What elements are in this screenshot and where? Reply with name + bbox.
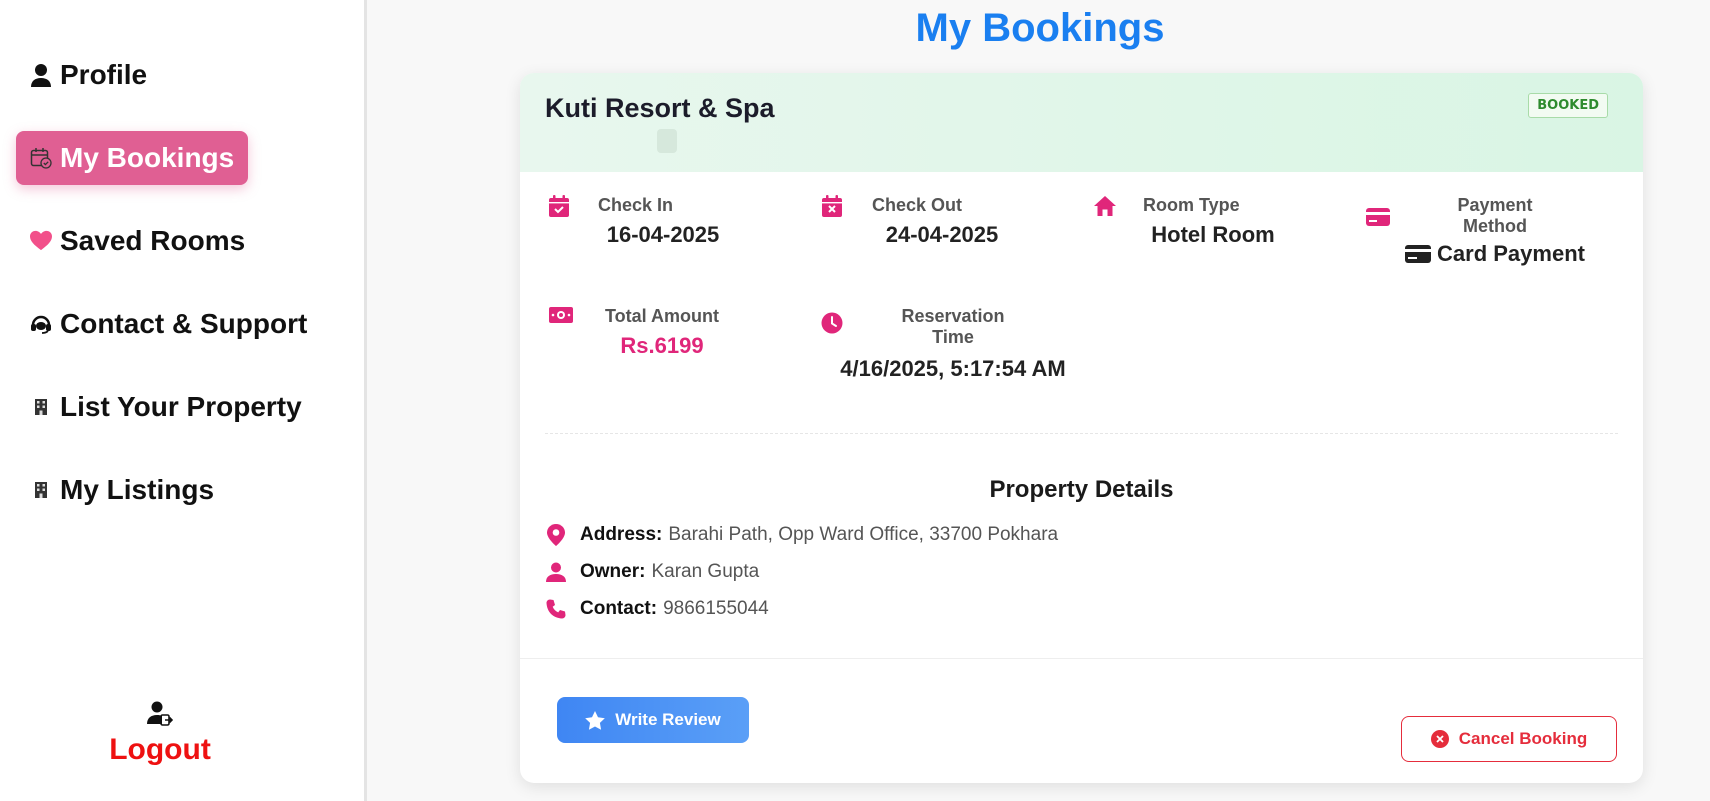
user-icon <box>30 62 52 88</box>
sidebar-item-label: Contact & Support <box>60 308 308 339</box>
contact-label: Contact: <box>580 598 658 619</box>
contact-value: 9866155044 <box>663 598 769 619</box>
total-amount-value: Rs.6199 <box>620 333 704 358</box>
sidebar-item-label: Saved Rooms <box>60 225 246 256</box>
user-icon <box>545 561 567 583</box>
phone-icon <box>545 598 567 620</box>
total-amount-info: Total Amount Rs.6199 <box>549 306 727 359</box>
check-out-info: Check Out 24-04-2025 <box>822 195 1012 248</box>
owner-label: Owner: <box>580 561 646 582</box>
heart-icon <box>30 228 52 254</box>
payment-method-label-1: Payment <box>1457 195 1533 215</box>
money-icon <box>549 306 573 328</box>
room-type-label: Room Type <box>1143 195 1240 215</box>
calendar-x-icon <box>822 195 844 217</box>
check-out-value: 24-04-2025 <box>885 222 999 247</box>
check-in-label: Check In <box>598 195 674 215</box>
payment-method-info: Payment Method Card Payment <box>1366 195 1590 267</box>
credit-card-icon <box>1366 207 1390 229</box>
address-value: Barahi Path, Opp Ward Office, 33700 Pokh… <box>668 524 1059 545</box>
sidebar-item-label: My Bookings <box>60 142 235 173</box>
sidebar-item-my-listings[interactable]: My Listings <box>16 463 228 517</box>
reservation-time-label-2: Time <box>932 327 974 347</box>
sidebar-item-label: My Listings <box>60 474 215 505</box>
sidebar-item-list-property[interactable]: List Your Property <box>16 380 316 434</box>
owner-value: Karan Gupta <box>651 561 760 582</box>
home-icon <box>1093 195 1116 217</box>
image-placeholder <box>657 129 677 153</box>
payment-method-value-row: Card Payment <box>1400 241 1590 267</box>
sidebar-item-label: Profile <box>60 59 148 90</box>
page-title: My Bookings <box>915 6 1165 50</box>
reservation-time-info: Reservation Time 4/16/2025, 5:17:54 AM <box>821 306 1073 382</box>
sidebar-item-label: List Your Property <box>60 391 302 422</box>
room-type-info: Room Type Hotel Room <box>1093 195 1283 248</box>
property-details-title: Property Details <box>989 476 1174 503</box>
payment-method-value: Card Payment <box>1437 241 1585 266</box>
check-out-label: Check Out <box>872 195 963 215</box>
logout-label: Logout <box>109 733 211 766</box>
hotel-name: Kuti Resort & Spa <box>545 93 775 123</box>
cancel-booking-button[interactable]: Cancel Booking <box>1401 716 1617 762</box>
room-type-value: Hotel Room <box>1151 222 1275 247</box>
map-pin-icon <box>545 524 567 546</box>
building-icon <box>30 477 52 503</box>
write-review-button[interactable]: Write Review <box>557 697 749 743</box>
property-owner-row: Owner: Karan Gupta <box>545 561 759 583</box>
payment-method-label-2: Method <box>1463 216 1527 236</box>
user-logout-icon <box>147 701 174 730</box>
sidebar-item-saved-rooms[interactable]: Saved Rooms <box>16 214 259 268</box>
booking-card-header: Kuti Resort & Spa BOOKED <box>520 73 1643 172</box>
calendar-check-icon <box>30 145 52 171</box>
booking-card: Kuti Resort & Spa BOOKED Check In 16-04-… <box>520 73 1643 783</box>
star-icon <box>585 710 606 730</box>
card-icon <box>1405 244 1432 264</box>
status-badge: BOOKED <box>1528 93 1608 118</box>
close-circle-icon <box>1430 730 1449 748</box>
footer-divider <box>520 658 1643 659</box>
calendar-check-icon <box>549 195 571 217</box>
address-label: Address: <box>580 524 663 545</box>
sidebar-item-profile[interactable]: Profile <box>16 48 161 102</box>
divider <box>545 433 1618 434</box>
total-amount-label: Total Amount <box>605 306 719 326</box>
building-icon <box>30 394 52 420</box>
headset-icon <box>30 311 52 337</box>
sidebar: Profile My Bookings Saved Rooms Contact … <box>0 0 367 801</box>
reservation-time-label-1: Reservation <box>901 306 1005 326</box>
write-review-label: Write Review <box>615 710 721 729</box>
check-in-value: 16-04-2025 <box>606 222 720 247</box>
sidebar-item-contact-support[interactable]: Contact & Support <box>16 297 321 351</box>
reservation-time-value: 4/16/2025, 5:17:54 AM <box>840 356 1066 381</box>
property-address-row: Address: Barahi Path, Opp Ward Office, 3… <box>545 524 1058 546</box>
cancel-booking-label: Cancel Booking <box>1458 729 1588 748</box>
logout-button[interactable]: Logout <box>100 700 220 767</box>
property-contact-row: Contact: 9866155044 <box>545 598 769 620</box>
sidebar-item-my-bookings[interactable]: My Bookings <box>16 131 249 185</box>
check-in-info: Check In 16-04-2025 <box>549 195 728 248</box>
